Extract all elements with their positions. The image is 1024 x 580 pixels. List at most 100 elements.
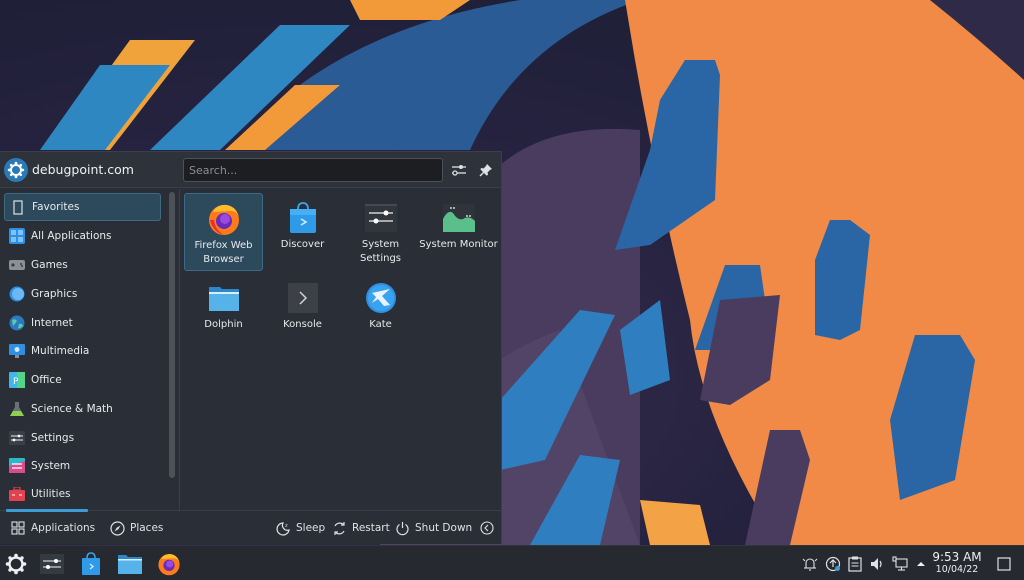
kde-gear-icon [7,161,25,179]
sleep-button[interactable]: z Sleep [275,519,325,537]
updates-icon [825,556,841,572]
toolbox-icon [9,486,25,502]
category-multimedia[interactable]: Multimedia [4,337,161,365]
app-label: Discover [280,239,325,250]
tray-network[interactable] [891,555,909,573]
multimedia-icon [9,343,25,359]
app-system-monitor[interactable]: System Monitor [419,193,498,271]
user-name: debugpoint.com [32,162,134,177]
pin-icon [479,164,492,177]
favorites-grid: Firefox Web Browser Discover System Sett… [181,189,501,509]
launcher-header: debugpoint.com [0,152,501,188]
expand-tray-icon [917,562,925,566]
firefox-icon [208,204,239,235]
konsole-icon [287,283,318,313]
app-label: Dolphin [204,319,243,330]
app-label: Firefox Web Browser [194,240,253,265]
sliders-icon [452,165,466,176]
configure-button[interactable] [448,159,470,181]
grid-icon [10,520,26,536]
launcher-footer: Applications Places z Sleep Restart Shut… [0,509,501,544]
category-utilities[interactable]: Utilities [4,480,161,508]
restart-icon [331,520,347,536]
active-tab-indicator [6,509,88,512]
category-games[interactable]: Games [4,251,161,279]
app-firefox[interactable]: Firefox Web Browser [184,193,263,271]
category-settings[interactable]: Settings [4,424,161,452]
tray-notifications[interactable] [801,555,819,573]
sleep-moon-icon: z [275,520,291,536]
app-system-settings[interactable]: System Settings [341,193,420,271]
discover-icon [289,202,316,233]
office-icon: P [9,372,25,388]
compass-icon [109,520,125,536]
app-kate[interactable]: Kate [341,273,420,351]
graphics-icon [9,286,25,302]
category-sidebar: Favorites All Applications Games Graphic… [0,189,166,508]
application-launcher: debugpoint.com Favorites All Application… [0,151,502,544]
taskbar-dolphin[interactable] [116,550,144,578]
category-system[interactable]: System [4,452,161,480]
category-graphics[interactable]: Graphics [4,280,161,308]
chevron-left-circle-icon [479,520,495,536]
app-discover[interactable]: Discover [263,193,342,271]
network-icon [892,556,908,571]
taskbar-firefox[interactable] [155,550,183,578]
firefox-icon [158,554,180,576]
taskbar-system-settings[interactable] [38,550,66,578]
power-icon [394,520,410,536]
show-desktop-icon [997,557,1011,571]
system-settings-icon [40,554,64,574]
clock-time: 9:53 AM [932,550,982,564]
scrollbar-thumb[interactable] [169,192,175,478]
app-label: System Settings [359,239,401,264]
tray-volume[interactable] [868,555,886,573]
tray-updates[interactable] [824,555,842,573]
tray-clipboard[interactable] [846,555,864,573]
discover-icon [82,552,100,575]
category-favorites[interactable]: Favorites [4,193,161,221]
category-office[interactable]: P Office [4,366,161,394]
category-science-math[interactable]: Science & Math [4,395,161,423]
app-konsole[interactable]: Konsole [263,273,342,351]
panel-divider [179,189,180,510]
app-label: Kate [369,319,392,330]
settings-icon [9,430,25,446]
digital-clock[interactable]: 9:53 AM 10/04/22 [928,550,986,576]
user-avatar[interactable] [4,158,28,182]
app-dolphin[interactable]: Dolphin [184,273,263,351]
dolphin-folder-icon [208,287,239,311]
pin-button[interactable] [475,159,497,181]
application-launcher-button[interactable] [2,550,30,578]
app-label: System Monitor [419,239,498,250]
gamepad-icon [9,257,25,273]
grid-apps-icon [9,228,25,244]
svg-text:P: P [13,377,19,387]
bookmark-icon [10,199,26,215]
search-input[interactable] [183,158,443,182]
clipboard-icon [848,556,862,572]
show-desktop-button[interactable] [995,555,1013,573]
category-scrollbar[interactable] [168,192,176,478]
dolphin-folder-icon [118,555,142,574]
tab-applications[interactable]: Applications [10,519,95,537]
system-monitor-icon [442,204,475,232]
taskbar-discover[interactable] [77,550,105,578]
restart-button[interactable]: Restart [331,519,390,537]
more-power-options-button[interactable] [479,519,500,537]
system-settings-icon [364,204,397,232]
tab-places[interactable]: Places [109,519,163,537]
svg-text:z: z [285,523,288,529]
shutdown-button[interactable]: Shut Down [394,519,472,537]
flask-icon [9,401,25,417]
kate-icon [365,283,396,313]
kde-launcher-icon [5,553,27,575]
notifications-icon [802,558,818,571]
category-internet[interactable]: Internet [4,309,161,337]
app-label: Konsole [283,319,322,330]
category-all-applications[interactable]: All Applications [4,222,161,250]
taskbar: 9:53 AM 10/04/22 [0,545,1024,580]
volume-icon [871,558,882,570]
globe-icon [9,315,25,331]
system-icon [9,458,25,474]
